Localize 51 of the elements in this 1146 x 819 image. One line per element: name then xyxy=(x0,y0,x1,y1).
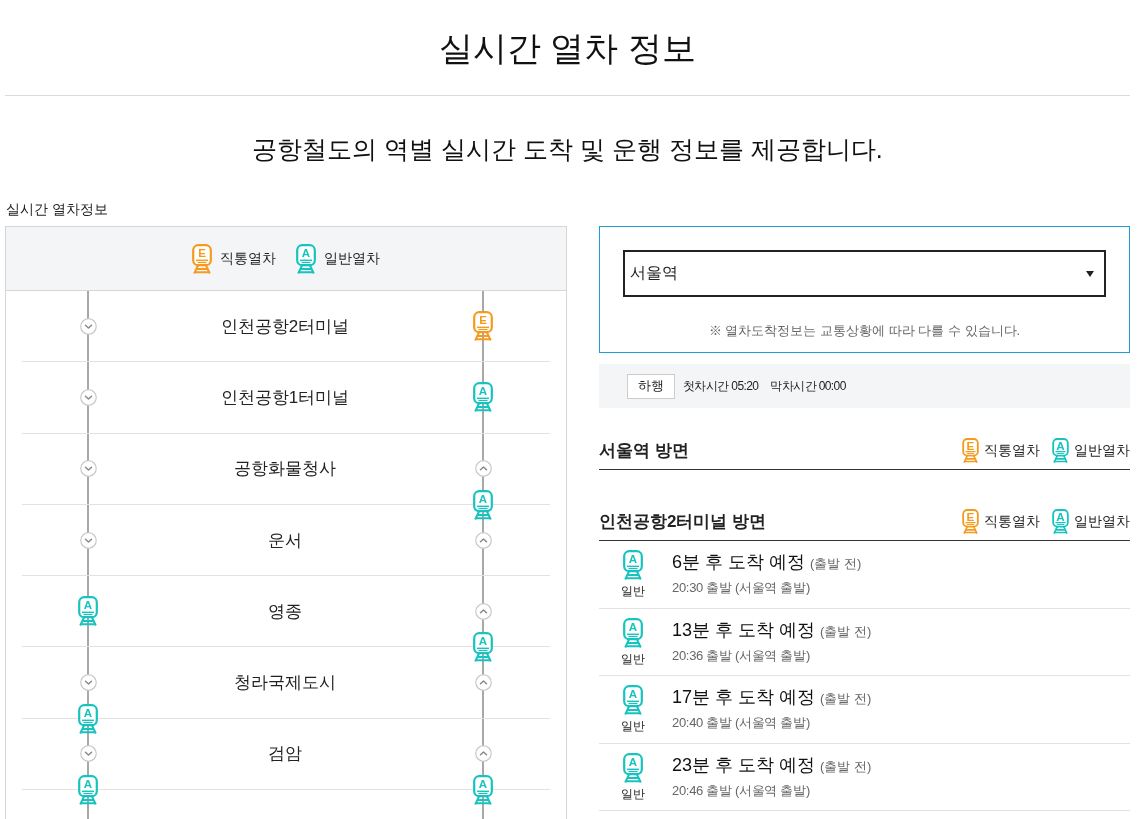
chevron-up-icon xyxy=(474,460,492,478)
last-train-time: 막차시간 00:00 xyxy=(770,377,846,395)
caret-icon xyxy=(1086,270,1094,277)
station-name: 운서 xyxy=(268,529,302,552)
legend-label: 직통열차 xyxy=(984,512,1040,531)
departure-status: (출발 전) xyxy=(820,757,872,776)
chevron-down-icon xyxy=(79,674,97,692)
train-type-label: 일반 xyxy=(621,583,645,599)
departure-info: 20:36 출발 (서울역 출발) xyxy=(672,646,810,665)
chevron-down-icon xyxy=(79,745,97,763)
legend-label: 일반열차 xyxy=(1074,441,1130,460)
train-type-label: 일반 xyxy=(621,785,645,802)
station-select[interactable]: 서울역 xyxy=(623,250,1106,297)
arrival-estimate: 13분 후 도착 예정 xyxy=(672,618,816,642)
station-name: 인천공항1터미널 xyxy=(220,386,350,409)
chevron-down-icon xyxy=(79,388,97,406)
chevron-down-icon xyxy=(79,531,97,549)
station-name: 영종 xyxy=(268,600,302,623)
station-name: 검암 xyxy=(268,743,302,766)
station-name: 청라국제도시 xyxy=(234,672,336,695)
chevron-down-icon xyxy=(79,317,97,335)
departure-status: (출발 전) xyxy=(820,622,872,641)
page-title: 실시간 열차 정보 xyxy=(439,27,696,69)
train-type-label: 일반 xyxy=(621,650,645,667)
page-subtitle: 공항철도의 역별 실시간 도착 및 운행 정보를 제공합니다. xyxy=(252,134,883,165)
arrival-estimate: 17분 후 도착 예정 xyxy=(672,686,816,709)
legend-label: 직통열차 xyxy=(984,441,1040,460)
departure-info: 20:40 출발 (서울역 출발) xyxy=(672,714,810,732)
departure-info: 20:30 출발 (서울역 출발) xyxy=(672,579,810,597)
chevron-up-icon xyxy=(474,674,492,692)
chevron-down-icon xyxy=(79,460,97,478)
notice-text: ※ 열차도착정보는 교통상황에 따라 다를 수 있습니다. xyxy=(708,322,1021,340)
station-name: 인천공항2터미널 xyxy=(220,315,350,338)
direction-button[interactable]: 하행 xyxy=(627,373,675,399)
departure-info: 20:46 출발 (서울역 출발) xyxy=(672,781,810,800)
direction-title: 서울역 방면 xyxy=(599,440,689,462)
section-label: 실시간 열차정보 xyxy=(6,200,108,218)
legend-label: 일반열차 xyxy=(1074,512,1130,531)
legend-label: 일반열차 xyxy=(324,249,380,268)
chevron-up-icon xyxy=(474,602,492,620)
legend-label: 직통열차 xyxy=(220,249,276,268)
direction-title: 인천공항2터미널 방면 xyxy=(599,511,767,533)
arrival-estimate: 23분 후 도착 예정 xyxy=(672,753,816,777)
departure-status: (출발 전) xyxy=(810,555,862,573)
chevron-up-icon xyxy=(474,531,492,549)
first-train-time: 첫차시간 05:20 xyxy=(683,377,759,395)
train-type-label: 일반 xyxy=(621,718,645,734)
station-name: 공항화물청사 xyxy=(234,458,336,481)
departure-status: (출발 전) xyxy=(820,690,872,708)
chevron-up-icon xyxy=(474,745,492,763)
arrival-estimate: 6분 후 도착 예정 xyxy=(672,551,805,574)
